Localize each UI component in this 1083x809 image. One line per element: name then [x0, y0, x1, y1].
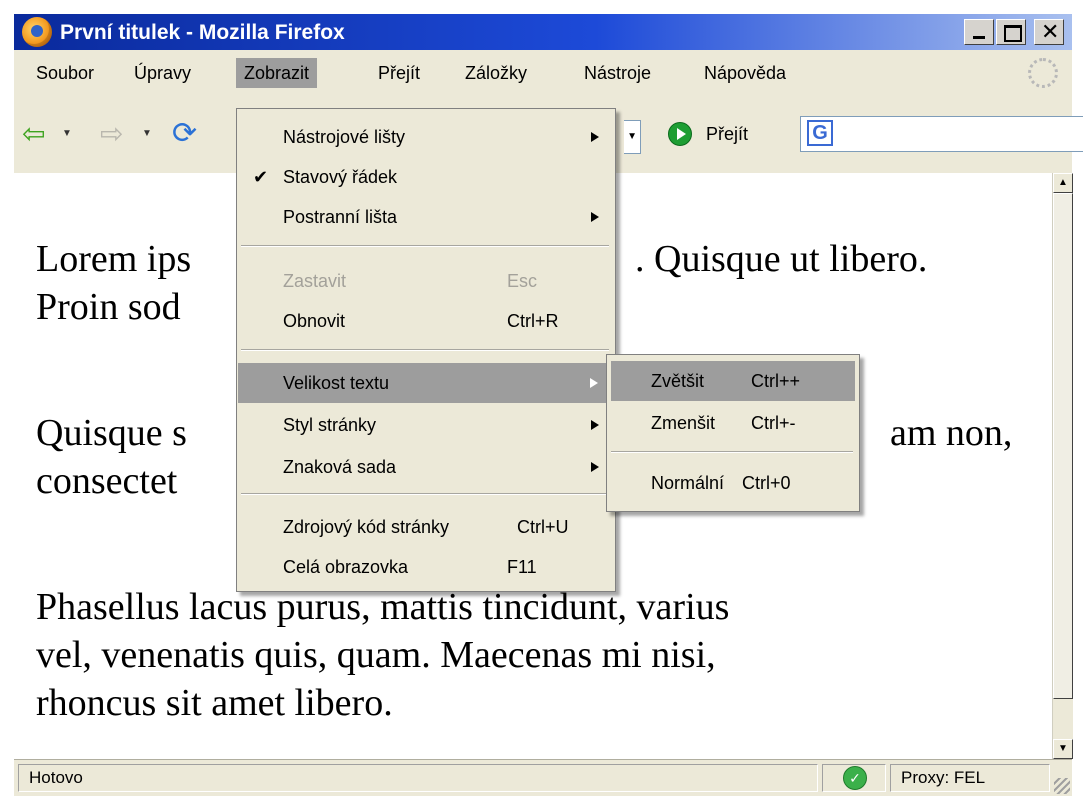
text-size-submenu: Zvětšit Ctrl++ Zmenšit Ctrl+- Normální C…	[606, 354, 860, 512]
menu-item-shortcut: Ctrl+U	[517, 517, 569, 537]
status-text: Hotovo	[18, 764, 818, 792]
menu-separator	[241, 245, 609, 247]
menu-item-shortcut: Esc	[507, 271, 538, 291]
firefox-logo-icon	[22, 17, 52, 47]
minimize-icon	[973, 36, 985, 39]
view-menu-item-fullscreen[interactable]: Celá obrazovka F11	[237, 547, 615, 587]
check-icon: ✓	[843, 766, 867, 790]
p2-line2-left: consectet	[36, 460, 178, 502]
p3-line3: rhoncus sit amet libero.	[36, 682, 393, 724]
status-bar: Hotovo ✓ Proxy: FEL	[14, 759, 1072, 796]
menu-item-label: Zdrojový kód stránky	[283, 517, 450, 537]
menu-nastroje[interactable]: Nástroje	[576, 58, 659, 88]
throbber-icon	[1028, 58, 1058, 88]
menu-soubor[interactable]: Soubor	[28, 58, 102, 88]
go-button-label[interactable]: Přejít	[706, 124, 748, 145]
paragraph-3: Phasellus lacus purus, mattis tincidunt,…	[36, 583, 1036, 727]
minimize-button[interactable]	[964, 19, 994, 45]
checkmark-icon: ✔	[253, 167, 269, 187]
view-menu-item-page-style[interactable]: Styl stránky	[237, 405, 615, 445]
submenu-arrow-icon	[591, 212, 599, 222]
url-dropdown-button[interactable]: ▼	[624, 120, 641, 154]
close-button[interactable]: ✕	[1034, 19, 1064, 45]
menu-item-shortcut: Ctrl+0	[742, 473, 791, 493]
view-menu-item-page-source[interactable]: Zdrojový kód stránky Ctrl+U	[237, 507, 615, 547]
p1-line1-right: . Quisque ut libero.	[635, 238, 928, 280]
security-panel: ✓	[822, 764, 886, 792]
reload-icon[interactable]: ⟳	[172, 119, 197, 149]
resize-grip[interactable]	[1054, 778, 1070, 794]
submenu-arrow-icon	[591, 420, 599, 430]
proxy-status[interactable]: Proxy: FEL	[890, 764, 1050, 792]
scrollbar-thumb[interactable]	[1053, 193, 1073, 699]
menu-item-shortcut: Ctrl+R	[507, 311, 559, 331]
submenu-arrow-icon	[591, 462, 599, 472]
search-input[interactable]: G	[800, 116, 1083, 152]
p1-line2-left: Proin sod	[36, 286, 181, 328]
google-search-icon[interactable]: G	[807, 120, 833, 146]
menu-napoveda[interactable]: Nápověda	[696, 58, 794, 88]
menu-item-label: Normální	[651, 473, 725, 493]
menu-zalozky[interactable]: Záložky	[457, 58, 535, 88]
view-menu-item-sidebar[interactable]: Postranní lišta	[237, 197, 615, 237]
menu-item-label: Nástrojové lišty	[283, 127, 406, 147]
menu-item-shortcut: Ctrl+-	[751, 413, 796, 433]
p3-line2: vel, venenatis quis, quam. Maecenas mi n…	[36, 634, 716, 676]
menu-upravy[interactable]: Úpravy	[126, 58, 199, 88]
forward-dropdown-icon[interactable]: ▼	[142, 128, 152, 139]
menu-bar: Soubor Úpravy Zobrazit Přejít Záložky Ná…	[14, 50, 1072, 99]
view-menu-item-text-size[interactable]: Velikost textu	[238, 363, 614, 403]
submenu-arrow-icon	[590, 378, 598, 388]
p2-line1-left: Quisque s	[36, 412, 187, 454]
p3-line1: Phasellus lacus purus, mattis tincidunt,…	[36, 586, 730, 628]
view-menu-item-stop: Zastavit Esc	[237, 261, 615, 301]
menu-zobrazit[interactable]: Zobrazit	[236, 58, 318, 88]
menu-item-shortcut: Ctrl++	[751, 371, 801, 391]
scroll-down-button[interactable]: ▼	[1053, 739, 1073, 759]
text-size-item-decrease[interactable]: Zmenšit Ctrl+-	[611, 403, 855, 443]
text-size-item-normal[interactable]: Normální Ctrl+0	[611, 463, 855, 503]
view-menu-item-statusbar[interactable]: ✔ Stavový řádek	[237, 157, 615, 197]
view-menu-item-charset[interactable]: Znaková sada	[237, 447, 615, 487]
menu-item-label: Stavový řádek	[283, 167, 398, 187]
menu-item-shortcut: F11	[507, 557, 537, 577]
menu-item-label: Zmenšit	[651, 413, 716, 433]
text-size-item-increase[interactable]: Zvětšit Ctrl++	[611, 361, 855, 401]
scroll-up-button[interactable]: ▲	[1053, 173, 1073, 193]
menu-item-label: Znaková sada	[283, 457, 397, 477]
view-menu-item-reload[interactable]: Obnovit Ctrl+R	[237, 301, 615, 341]
maximize-button[interactable]	[996, 19, 1026, 45]
go-icon[interactable]	[668, 122, 692, 146]
submenu-arrow-icon	[591, 132, 599, 142]
menu-item-label: Zastavit	[283, 271, 347, 291]
menu-item-label: Postranní lišta	[283, 207, 398, 227]
menu-separator	[241, 493, 609, 495]
menu-item-label: Styl stránky	[283, 415, 377, 435]
window-title: První titulek - Mozilla Firefox	[60, 21, 345, 44]
view-menu-item-toolbars[interactable]: Nástrojové lišty	[237, 117, 615, 157]
chevron-down-icon: ▼	[627, 131, 637, 142]
menu-prejit[interactable]: Přejít	[370, 58, 428, 88]
menu-item-label: Obnovit	[283, 311, 346, 331]
vertical-scrollbar[interactable]: ▲ ▼	[1052, 173, 1073, 759]
menu-separator	[611, 451, 853, 453]
title-bar[interactable]: První titulek - Mozilla Firefox ✕	[14, 14, 1072, 50]
close-icon: ✕	[1041, 19, 1060, 44]
back-dropdown-icon[interactable]: ▼	[62, 128, 72, 139]
menu-item-label: Zvětšit	[651, 371, 705, 391]
forward-arrow-icon[interactable]: ⇨	[100, 120, 123, 148]
menu-separator	[241, 349, 609, 351]
maximize-icon	[1004, 25, 1022, 42]
menu-item-label: Velikost textu	[283, 373, 390, 393]
view-menu: Nástrojové lišty ✔ Stavový řádek Postran…	[236, 108, 616, 592]
back-arrow-icon[interactable]: ⇦	[22, 120, 45, 148]
menu-item-label: Celá obrazovka	[283, 557, 409, 577]
p2-line1-right: am non,	[890, 412, 1013, 454]
p1-line1-left: Lorem ips	[36, 238, 192, 280]
